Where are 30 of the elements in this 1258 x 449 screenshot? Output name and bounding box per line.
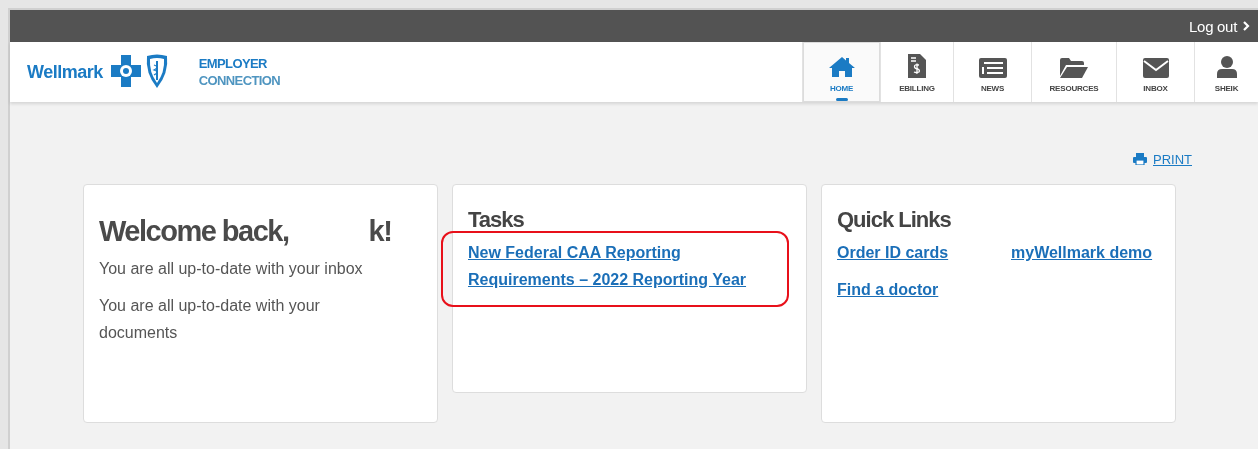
folder-icon [1060, 58, 1088, 78]
nav-tab[interactable]: RESOURCES [1031, 42, 1116, 102]
nav-tab[interactable]: SHEIK [1194, 42, 1258, 102]
welcome-heading: k! [368, 214, 392, 249]
nav-tab[interactable]: INBOX [1116, 42, 1194, 102]
printer-icon [1133, 153, 1147, 165]
envelope-icon [1142, 58, 1169, 78]
card-title: Tasks [468, 207, 524, 233]
product-name: EMPLOYER [198, 55, 268, 72]
product-name: CONNECTION [198, 72, 281, 89]
brand-logo: Wellmark [27, 61, 103, 83]
print-link[interactable]: PRINT [1133, 150, 1192, 168]
user-icon [1216, 56, 1237, 78]
active-indicator [835, 98, 848, 101]
quick-link[interactable]: Order ID cards [837, 244, 949, 261]
quick-link[interactable]: Find a doctor [837, 281, 939, 298]
nav-tab[interactable]: EBILLING [880, 42, 953, 102]
newspaper-icon [978, 58, 1007, 78]
status-text: You are all up-to-date with your inbox [99, 259, 364, 279]
quick-link[interactable]: myWellmark demo [1011, 244, 1153, 261]
task-link[interactable]: New Federal CAA Reporting Requirements – 2022 Reporting Year [468, 239, 768, 293]
chevron-right-icon [1243, 21, 1250, 31]
logout-link[interactable]: Log out [1189, 17, 1250, 35]
home-icon [827, 56, 856, 78]
dollar-document-icon [908, 54, 926, 78]
nav-tab[interactable]: NEWS [953, 42, 1031, 102]
status-text: You are all up-to-date with your documents [99, 296, 321, 343]
welcome-heading: Welcome back, [99, 214, 289, 249]
nav-tab[interactable]: HOME [802, 42, 880, 102]
card-title: Quick Links [837, 207, 951, 233]
